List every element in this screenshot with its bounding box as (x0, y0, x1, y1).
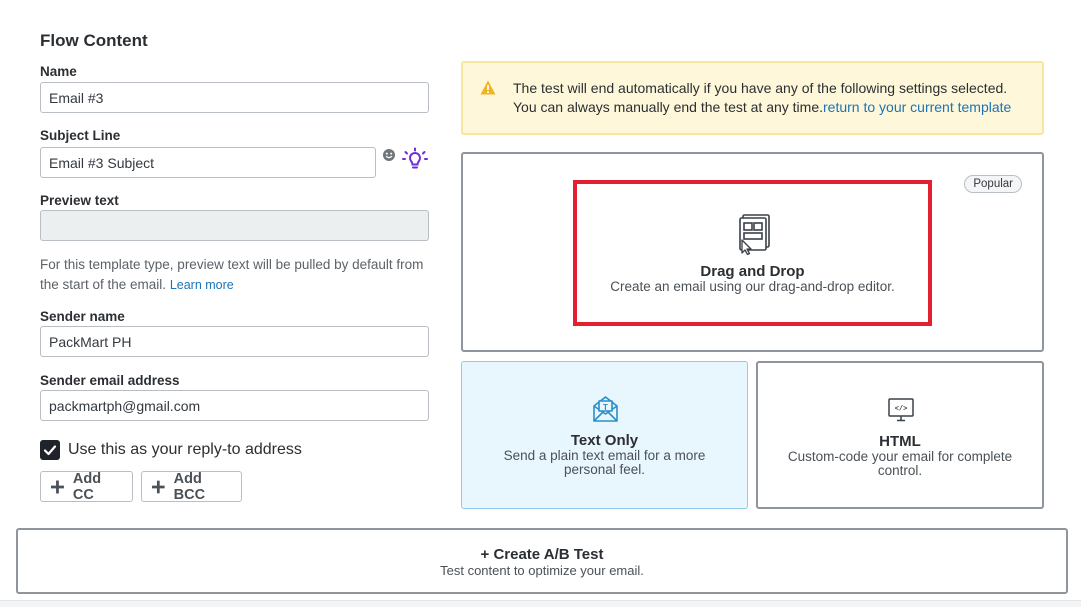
sender-name-label: Sender name (40, 309, 125, 324)
add-cc-label: Add CC (72, 470, 102, 503)
alert-message-text: You can always manually end the test at … (513, 99, 823, 115)
plus-icon (152, 480, 165, 493)
flow-content-page: Flow Content Name Subject Line Preview t… (0, 0, 1081, 607)
sender-name-input[interactable] (40, 326, 429, 357)
html-description-line1: Custom-code your email for complete (787, 449, 1013, 464)
reply-to-label: Use this as your reply-to address (68, 441, 302, 458)
html-description-line2: control. (877, 463, 923, 478)
alert-message-line1: The test will end automatically if you h… (513, 80, 1008, 96)
add-bcc-button[interactable]: Add BCC (141, 470, 242, 503)
subject-line-input[interactable] (40, 147, 376, 178)
subject-line-label: Subject Line (40, 128, 121, 143)
section-title: Flow Content (40, 31, 148, 50)
code-monitor-icon: </> (888, 398, 914, 422)
create-ab-test-card[interactable]: + Create A/B Test Test content to optimi… (16, 528, 1068, 594)
envelope-text-icon: T (593, 396, 618, 422)
emoji-icon[interactable] (382, 148, 396, 162)
add-bcc-label: Add BCC (173, 470, 206, 503)
preview-help-text: For this template type, preview text wil… (40, 255, 430, 295)
highlight-box (573, 180, 932, 326)
svg-text:</>: </> (895, 406, 908, 414)
create-ab-test-description: Test content to optimize your email. (440, 563, 644, 578)
text-only-description-line1: Send a plain text email for a more (503, 448, 706, 463)
reply-to-checkbox[interactable] (40, 440, 60, 460)
add-cc-button[interactable]: Add CC (40, 470, 133, 503)
alert-message-line2: You can always manually end the test at … (513, 99, 1011, 115)
learn-more-link[interactable]: Learn more (170, 278, 234, 292)
preview-text-input (40, 210, 429, 241)
name-input[interactable] (40, 82, 429, 113)
bottom-bar (0, 600, 1081, 607)
create-ab-test-title: + Create A/B Test (480, 546, 604, 563)
preview-text-label: Preview text (40, 193, 119, 208)
text-only-description-line2: personal feel. (563, 462, 646, 477)
plus-icon (51, 480, 64, 493)
svg-text:T: T (603, 403, 608, 412)
popular-badge: Popular (964, 175, 1022, 193)
checkmark-icon (43, 445, 57, 456)
ab-test-warning-alert: The test will end automatically if you h… (461, 61, 1044, 135)
text-only-title: Text Only (570, 432, 639, 449)
sender-email-label: Sender email address (40, 373, 180, 388)
html-template-card[interactable]: </> HTML Custom-code your email for comp… (756, 361, 1044, 509)
name-label: Name (40, 64, 77, 79)
lightbulb-icon[interactable] (402, 147, 428, 173)
warning-icon (480, 80, 496, 95)
text-only-template-card[interactable]: T Text Only Send a plain text email for … (461, 361, 748, 509)
return-to-template-link[interactable]: return to your current template (823, 99, 1011, 115)
sender-email-input[interactable] (40, 390, 429, 421)
html-title: HTML (879, 433, 921, 450)
